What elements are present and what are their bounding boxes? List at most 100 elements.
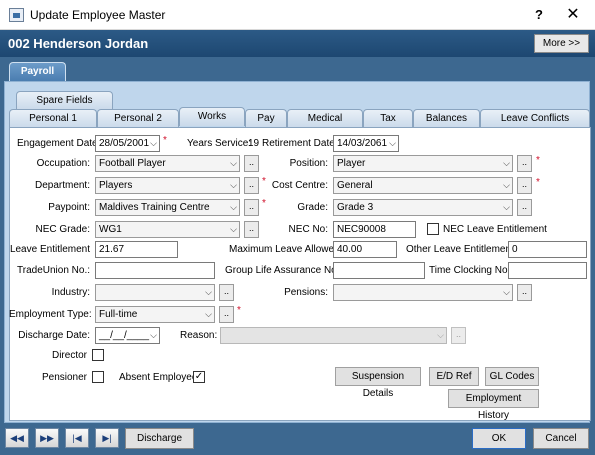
position-select[interactable]: Player ⌵	[333, 155, 513, 172]
nec-grade-select[interactable]: WG1 ⌵	[95, 221, 240, 238]
other-leave-input[interactable]: 0	[508, 241, 587, 258]
employee-name: 002 Henderson Jordan	[8, 36, 149, 51]
gl-codes-button[interactable]: GL Codes	[485, 367, 539, 386]
absent-employee-checkbox[interactable]: ✓	[193, 371, 205, 383]
years-service-value: 19	[248, 138, 260, 149]
employment-type-label: Employment Type:	[9, 309, 92, 320]
cancel-button[interactable]: Cancel	[533, 428, 589, 449]
required-marker: *	[237, 305, 241, 316]
chevron-down-icon: ⌵	[205, 309, 212, 319]
group-life-input[interactable]	[333, 262, 425, 279]
suspension-details-button[interactable]: Suspension Details	[335, 367, 421, 399]
grade-lookup-button[interactable]: ..	[517, 199, 532, 216]
position-value: Player	[337, 158, 366, 169]
industry-lookup-button[interactable]: ..	[219, 284, 234, 301]
retirement-date-value: 14/03/2061	[337, 138, 388, 149]
tab-works[interactable]: Works	[179, 107, 245, 126]
ok-button[interactable]: OK	[472, 428, 526, 449]
next-record-icon[interactable]: ▶▶	[35, 428, 59, 448]
employee-header: 002 Henderson Jordan More >>	[0, 30, 595, 57]
required-marker: *	[163, 135, 167, 146]
pensioner-checkbox[interactable]	[92, 371, 104, 383]
occupation-label: Occupation:	[36, 158, 90, 169]
position-lookup-button[interactable]: ..	[517, 155, 532, 172]
retirement-date-field[interactable]: 14/03/2061 ⌵	[333, 135, 399, 152]
calendar-dropdown-icon[interactable]: ⌵	[389, 136, 396, 151]
position-label: Position:	[289, 158, 328, 169]
pensions-label: Pensions:	[284, 287, 328, 298]
chevron-down-icon: ⌵	[230, 180, 237, 190]
discharge-date-label: Discharge Date:	[18, 330, 90, 341]
occupation-select[interactable]: Football Player ⌵	[95, 155, 240, 172]
department-lookup-button[interactable]: ..	[244, 177, 259, 194]
grade-label: Grade:	[297, 202, 328, 213]
trade-union-input[interactable]	[95, 262, 215, 279]
chevron-down-icon: ⌵	[230, 224, 237, 234]
tab-personal-1[interactable]: Personal 1	[9, 109, 97, 128]
chevron-down-icon: ⌵	[503, 180, 510, 190]
discharge-button[interactable]: Discharge	[125, 428, 194, 449]
cost-centre-lookup-button[interactable]: ..	[517, 177, 532, 194]
help-button[interactable]: ?	[528, 4, 550, 26]
calendar-dropdown-icon[interactable]: ⌵	[150, 328, 157, 343]
nec-leave-checkbox[interactable]	[427, 223, 439, 235]
more-button[interactable]: More >>	[534, 34, 589, 53]
nec-grade-lookup-button[interactable]: ..	[244, 221, 259, 238]
employment-history-button[interactable]: Employment History	[448, 389, 539, 421]
employment-type-value: Full-time	[99, 309, 138, 320]
pensioner-label: Pensioner	[41, 372, 87, 383]
engagement-date-label: Engagement Date:	[17, 138, 101, 149]
retirement-date-label: Retirement Date:	[262, 138, 338, 149]
close-button[interactable]: ✕	[560, 4, 586, 26]
tab-leave-conflicts[interactable]: Leave Conflicts	[480, 109, 590, 128]
max-leave-label: Maximum Leave Allowed:	[229, 244, 343, 255]
department-value: Players	[99, 180, 133, 191]
other-leave-label: Other Leave Entitlement:	[406, 244, 517, 255]
leave-entitlement-input[interactable]: 21.67	[95, 241, 178, 258]
reason-select[interactable]: ⌵	[220, 327, 447, 344]
first-record-icon[interactable]: ◀◀	[5, 428, 29, 448]
grade-select[interactable]: Grade 3 ⌵	[333, 199, 513, 216]
leave-entitlement-label: Leave Entitlement	[9, 244, 90, 255]
tab-pay[interactable]: Pay	[245, 109, 287, 128]
cost-centre-label: Cost Centre:	[271, 180, 328, 191]
department-select[interactable]: Players ⌵	[95, 177, 240, 194]
max-leave-input[interactable]: 40.00	[333, 241, 397, 258]
engagement-date-field[interactable]: 28/05/2001 ⌵	[95, 135, 160, 152]
tab-payroll[interactable]: Payroll	[9, 62, 66, 81]
tab-medical[interactable]: Medical	[287, 109, 363, 128]
director-checkbox[interactable]	[92, 349, 104, 361]
time-clock-input[interactable]	[508, 262, 587, 279]
calendar-dropdown-icon[interactable]: ⌵	[150, 136, 157, 151]
reason-lookup-button[interactable]: ..	[451, 327, 466, 344]
pensions-lookup-button[interactable]: ..	[517, 284, 532, 301]
discharge-date-field[interactable]: __/__/____ ⌵	[95, 327, 160, 344]
director-label: Director	[51, 350, 87, 361]
employment-type-lookup-button[interactable]: ..	[219, 306, 234, 323]
industry-select[interactable]: ⌵	[95, 284, 215, 301]
nec-no-input[interactable]: NEC90008	[333, 221, 416, 238]
begin-record-icon[interactable]: |◀	[65, 428, 89, 448]
cost-centre-select[interactable]: General ⌵	[333, 177, 513, 194]
tab-personal-2[interactable]: Personal 2	[97, 109, 179, 128]
ed-ref-button[interactable]: E/D Ref	[429, 367, 479, 386]
occupation-value: Football Player	[99, 158, 166, 169]
time-clock-label: Time Clocking No.:	[429, 265, 514, 276]
paypoint-lookup-button[interactable]: ..	[244, 199, 259, 216]
tab-balances[interactable]: Balances	[413, 109, 480, 128]
reason-label: Reason:	[180, 330, 218, 341]
occupation-lookup-button[interactable]: ..	[244, 155, 259, 172]
end-record-icon[interactable]: ▶|	[95, 428, 119, 448]
tab-tax[interactable]: Tax	[363, 109, 413, 128]
chevron-down-icon: ⌵	[205, 287, 212, 297]
window-title: Update Employee Master	[30, 8, 166, 22]
employment-type-select[interactable]: Full-time ⌵	[95, 306, 215, 323]
engagement-date-value: 28/05/2001	[99, 138, 150, 149]
trade-union-label: TradeUnion No.:	[17, 265, 90, 276]
pensions-select[interactable]: ⌵	[333, 284, 513, 301]
chevron-down-icon: ⌵	[230, 202, 237, 212]
tab-spare-fields[interactable]: Spare Fields	[16, 91, 113, 110]
nec-grade-label: NEC Grade:	[35, 224, 90, 235]
paypoint-select[interactable]: Maldives Training Centre ⌵	[95, 199, 240, 216]
cost-centre-value: General	[337, 180, 373, 191]
